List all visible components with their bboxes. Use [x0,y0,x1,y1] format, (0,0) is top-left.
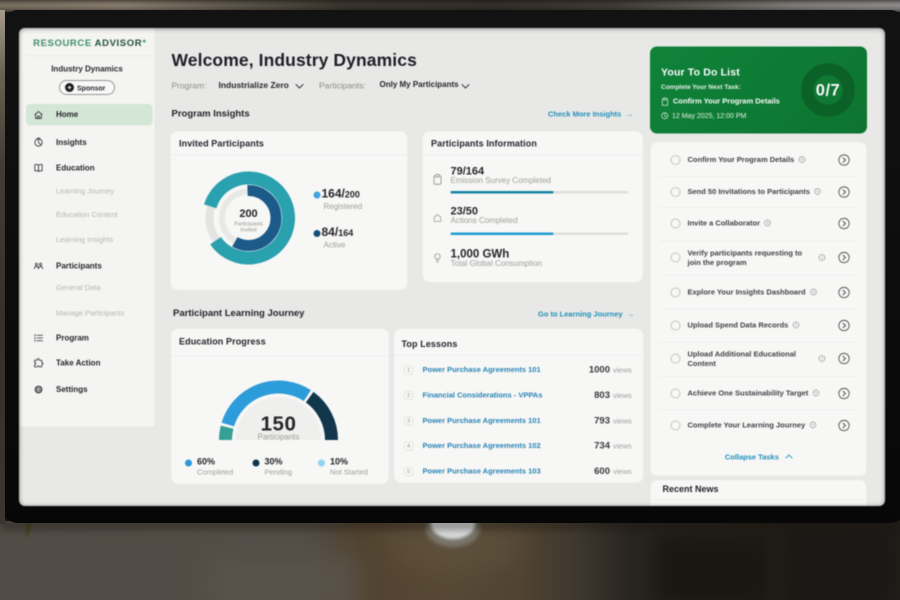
svg-text:?: ? [816,189,819,194]
svg-text:?: ? [821,356,824,361]
svg-text:?: ? [801,157,804,162]
svg-text:?: ? [815,390,818,395]
svg-text:?: ? [795,322,798,327]
svg-text:?: ? [812,422,815,427]
svg-text:?: ? [766,220,769,225]
svg-text:?: ? [821,255,824,260]
svg-text:?: ? [812,289,815,294]
